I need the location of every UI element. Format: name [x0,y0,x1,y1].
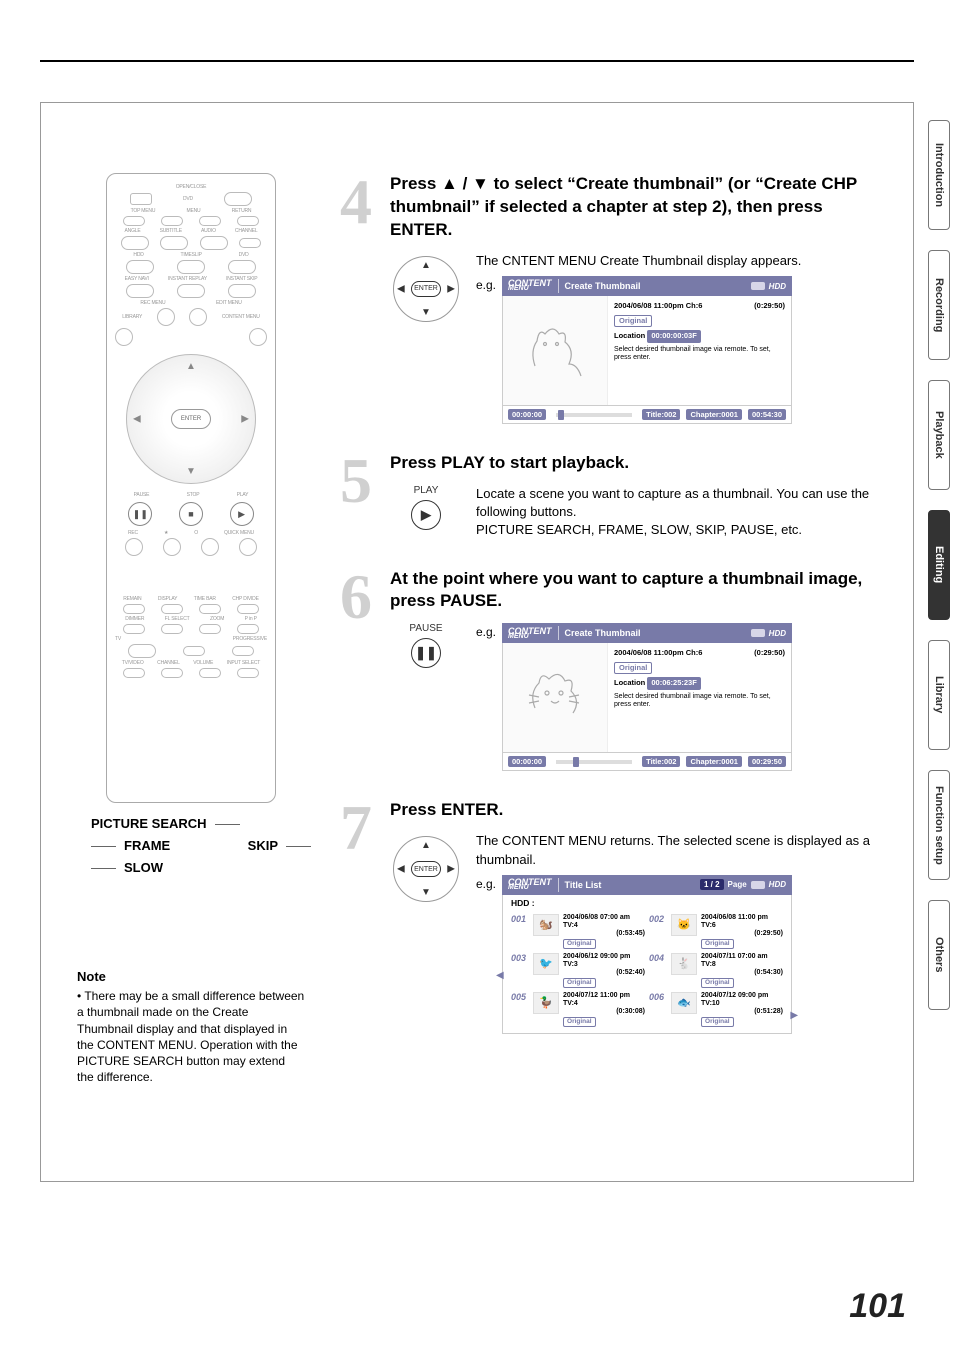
title-list-item: 003 🐦 2004/06/12 09:00 pm TV:3(0:52:40)O… [511,953,645,988]
playhead-icon [558,410,564,420]
step-5: 5 Press PLAY to start playback. PLAY ▶ L… [336,452,883,540]
pause-button-icon: ❚❚ [411,638,441,668]
note-title: Note [77,969,305,984]
step-7: 7 Press ENTER. ▲▼◀▶ ENTER The CON [336,799,883,1033]
page-number: 101 [849,1287,906,1326]
step-7-body: The CONTENT MENU returns. The selected s… [476,832,883,868]
tray-icon [751,629,765,637]
tab-function-setup: Function setup [928,770,950,880]
side-tabs: Introduction Recording Playback Editing … [928,120,950,1010]
step-number-5: 5 [336,452,376,540]
step-6-heading: At the point where you want to capture a… [390,568,883,614]
tray-icon [751,282,765,290]
nav-left-icon: ◀ [496,970,504,981]
osd-create-thumbnail-2: CONTENTMENU Create Thumbnail HDD [502,623,792,771]
enter-dpad-icon: ▲▼◀▶ ENTER [393,256,459,322]
remote-play-icon: ▶ [230,502,254,526]
step-5-body-1: Locate a scene you want to capture as a … [476,485,883,521]
remote-stop-icon: ■ [179,502,203,526]
remote-callouts: PICTURE SEARCH FRAME SKIP SLOW [71,813,311,879]
cat-face-thumbnail-icon [515,663,595,733]
play-button-icon: ▶ [411,500,441,530]
step-7-heading: Press ENTER. [390,799,883,822]
tab-others: Others [928,900,950,1010]
title-list-item: 005 🦆 2004/07/12 11:00 pm TV:4(0:30:08)O… [511,992,645,1027]
title-list-item: 002 🐱 2004/06/08 11:00 pm TV:6(0:29:50)O… [649,914,783,949]
tab-introduction: Introduction [928,120,950,230]
cat-thumbnail-icon [515,316,595,386]
title-list-item: 006 🐟 2004/07/12 09:00 pm TV:10(0:51:28)… [649,992,783,1027]
osd-create-thumbnail-1: CONTENTMENU Create Thumbnail HDD [502,276,792,424]
osd-title-list: CONTENTMENU Title List 1 / 2 Page HDD [502,875,792,1034]
nav-right-icon: ▶ [790,1010,798,1021]
step-4-heading: Press ▲ / ▼ to select “Create thumbnail”… [390,173,883,242]
tab-library: Library [928,640,950,750]
tray-icon [751,881,765,889]
title-list-item: 001 🐿️ 2004/06/08 07:00 am TV:4(0:53:45)… [511,914,645,949]
step-4-body: The CNTENT MENU Create Thumbnail display… [476,252,883,270]
playhead-icon [573,757,579,767]
step-4: 4 Press ▲ / ▼ to select “Create thumbnai… [336,173,883,424]
step-5-body-2: PICTURE SEARCH, FRAME, SLOW, SKIP, PAUSE… [476,521,883,539]
step-number-6: 6 [336,568,376,772]
step-5-heading: Press PLAY to start playback. [390,452,883,475]
step-6: 6 At the point where you want to capture… [336,568,883,772]
tab-editing: Editing [928,510,950,620]
eg-label: e.g. [476,623,496,639]
remote-pause-icon: ❚❚ [128,502,152,526]
enter-dpad-icon: ▲▼◀▶ ENTER [393,836,459,902]
note-body: • There may be a small difference betwee… [77,988,305,1085]
eg-label: e.g. [476,875,496,891]
step-number-7: 7 [336,799,376,1033]
step-number-4: 4 [336,173,376,424]
remote-diagram: OPEN/CLOSE DVD TOP MENUMENURETURN ANGLES… [106,173,276,803]
tab-playback: Playback [928,380,950,490]
remote-dpad: ▲▼◀▶ ENTER [126,354,256,484]
title-list-item: 004 🐇 2004/07/11 07:00 am TV:8(0:54:30)O… [649,953,783,988]
tab-recording: Recording [928,250,950,360]
eg-label: e.g. [476,276,496,292]
